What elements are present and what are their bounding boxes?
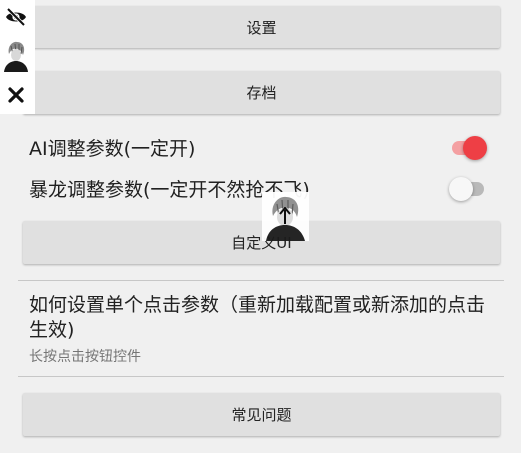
howto-title: 如何设置单个点击参数（重新加载配置或新添加的点击生效) xyxy=(29,294,486,341)
close-icon[interactable] xyxy=(3,82,29,108)
ai-adjust-label: AI调整参数(一定开) xyxy=(29,137,196,160)
floating-side-panel xyxy=(0,0,35,114)
divider xyxy=(18,376,504,377)
eye-off-icon[interactable] xyxy=(3,4,29,30)
arrow-up-icon xyxy=(279,207,291,224)
howto-subtitle: 长按点击按钮控件 xyxy=(29,349,141,365)
dragon-adjust-switch[interactable] xyxy=(449,176,489,201)
save-button[interactable]: 存档 xyxy=(23,71,500,114)
switch-thumb xyxy=(463,136,487,160)
ai-adjust-row[interactable]: AI调整参数(一定开) xyxy=(29,132,499,162)
ai-adjust-switch[interactable] xyxy=(449,135,489,160)
divider xyxy=(18,280,504,281)
floating-avatar-icon[interactable] xyxy=(262,192,309,241)
settings-button[interactable]: 设置 xyxy=(23,6,500,48)
avatar-icon[interactable] xyxy=(3,38,29,72)
switch-thumb xyxy=(449,177,473,201)
faq-button[interactable]: 常见问题 xyxy=(23,393,500,436)
